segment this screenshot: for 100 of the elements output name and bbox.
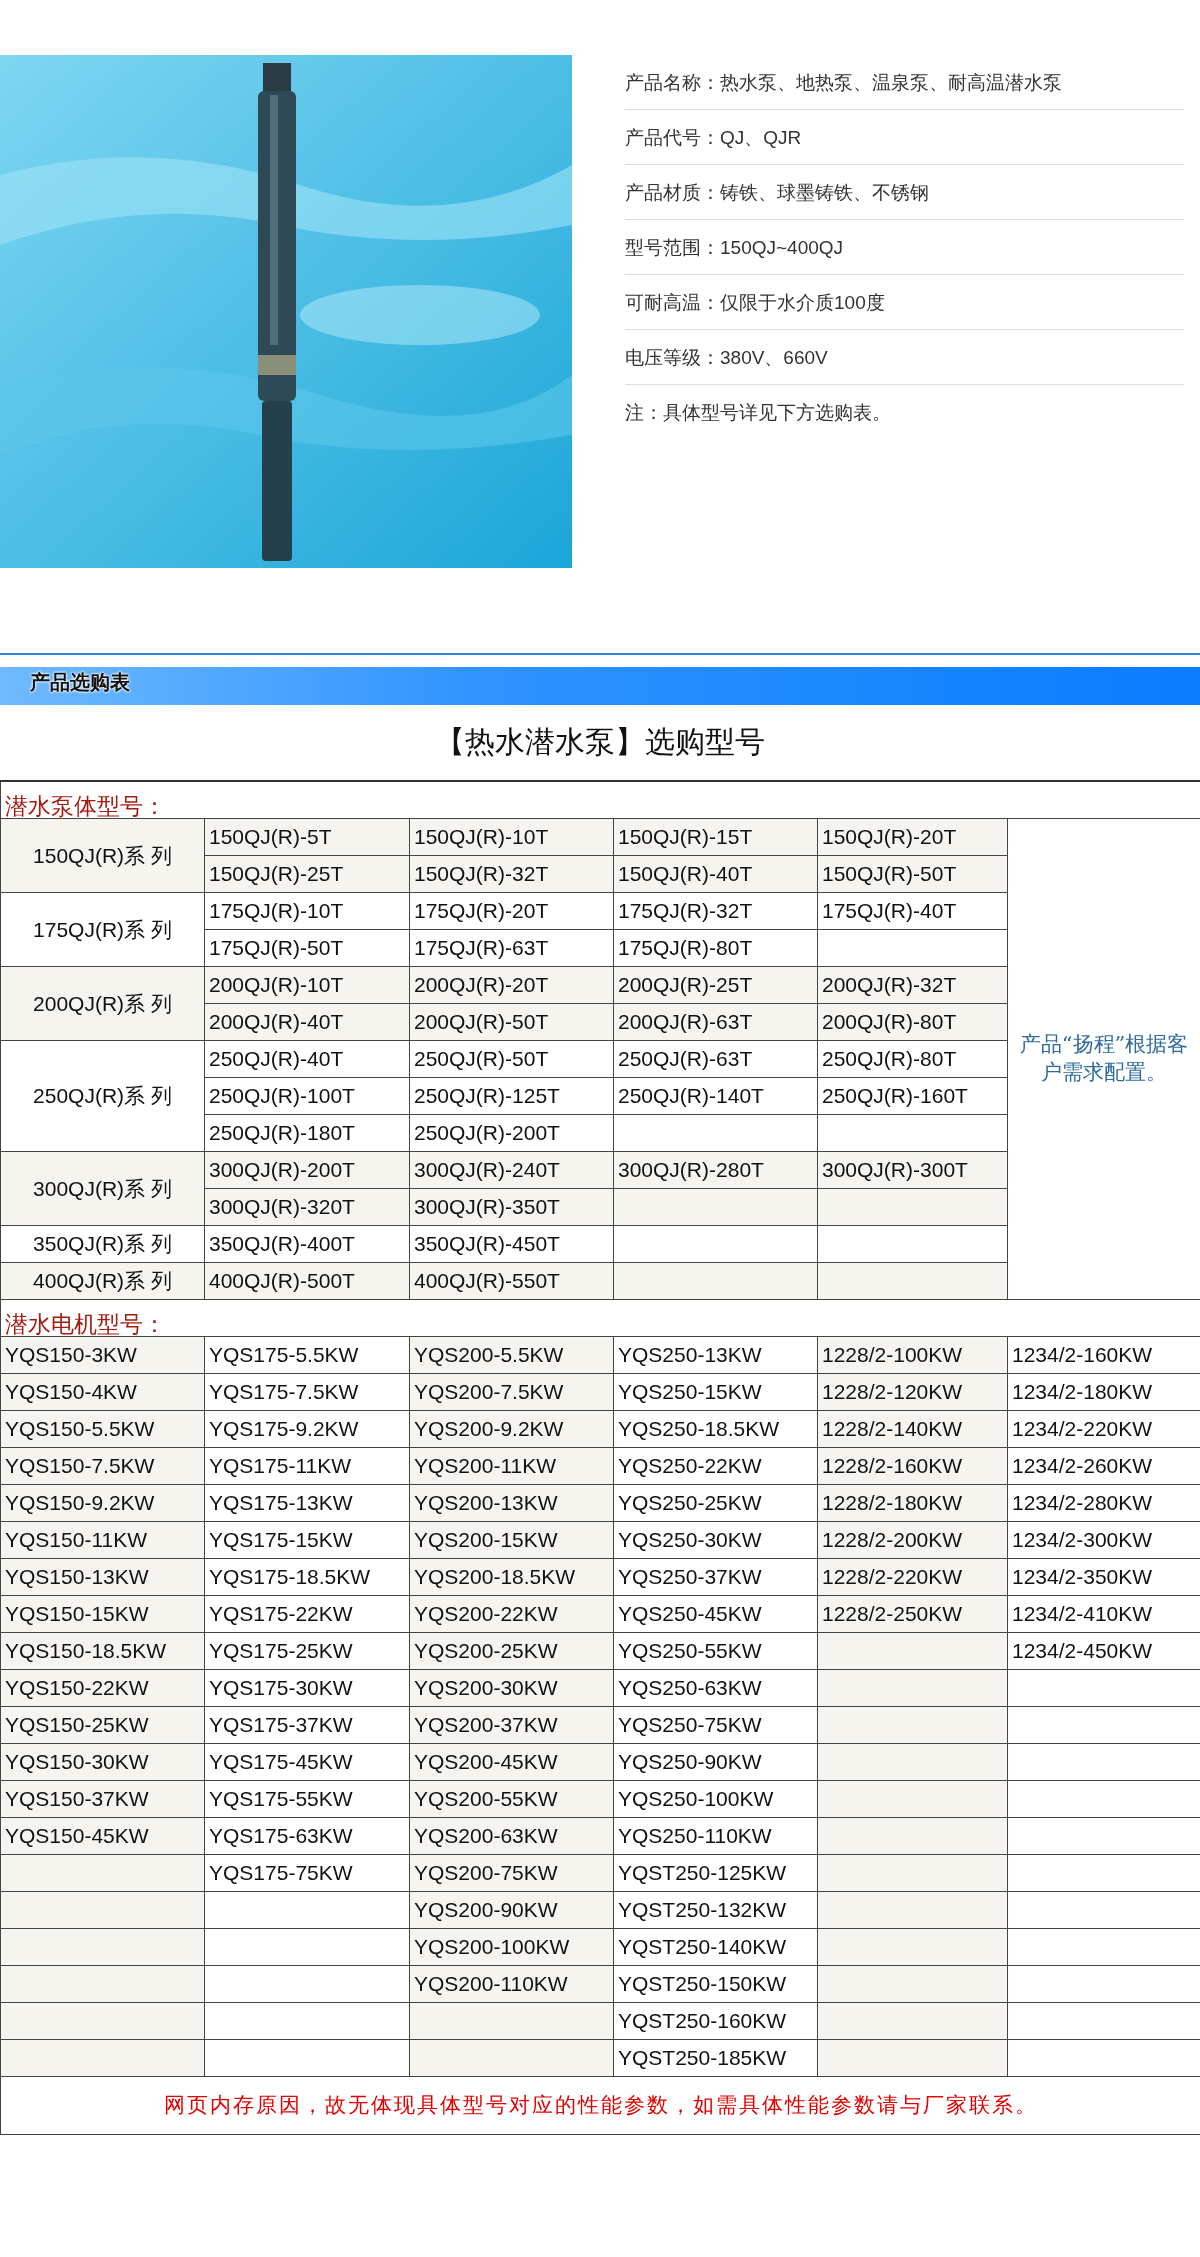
table-cell: YQS200-7.5KW: [409, 1373, 614, 1410]
table-cell: YQS250-100KW: [613, 1780, 818, 1817]
table-cell: YQS250-13KW: [613, 1336, 818, 1373]
info-text: 产品代号：QJ、QJR: [625, 110, 1184, 165]
info-text: 型号范围：150QJ~400QJ: [625, 220, 1184, 275]
table-cell: 150QJ(R)-25T: [204, 855, 410, 892]
table-cell: YQS175-11KW: [204, 1447, 410, 1484]
table-cell: 1228/2-180KW: [817, 1484, 1008, 1521]
table-cell: 250QJ(R)-180T: [204, 1114, 410, 1151]
table-cell: YQS200-22KW: [409, 1595, 614, 1632]
table-cell: 150QJ(R)-15T: [613, 818, 818, 855]
table-cell: YQS250-37KW: [613, 1558, 818, 1595]
section-heading: 潜水泵体型号：: [5, 792, 166, 819]
table-cell: YQS150-22KW: [0, 1669, 205, 1706]
table-cell: YQS200-37KW: [409, 1706, 614, 1743]
table-cell: YQST250-125KW: [613, 1854, 818, 1891]
table-cell: YQS175-63KW: [204, 1817, 410, 1854]
info-text: 产品名称：热水泵、地热泵、温泉泵、耐高温潜水泵: [625, 55, 1184, 110]
table-cell: YQS175-18.5KW: [204, 1558, 410, 1595]
table-cell: 1228/2-100KW: [817, 1336, 1008, 1373]
footer-note: 网页内存原因，故无体现具体型号对应的性能参数，如需具体性能参数请与厂家联系。: [163, 2093, 1038, 2117]
table-cell: 250QJ(R)-40T: [204, 1040, 410, 1077]
table-cell: 1228/2-120KW: [817, 1373, 1008, 1410]
table-cell: YQS200-11KW: [409, 1447, 614, 1484]
table-cell: 250QJ(R)-50T: [409, 1040, 614, 1077]
table-cell: YQS250-75KW: [613, 1706, 818, 1743]
table-cell: 250QJ(R)-63T: [613, 1040, 818, 1077]
table-cell: 150QJ(R)-40T: [613, 855, 818, 892]
table-cell: YQS250-110KW: [613, 1817, 818, 1854]
table-cell: YQS150-18.5KW: [0, 1632, 205, 1669]
table-cell: 200QJ(R)-50T: [409, 1003, 614, 1040]
table-cell: 300QJ(R)-300T: [817, 1151, 1008, 1188]
table-cell: YQS200-45KW: [409, 1743, 614, 1780]
table-cell: YQS175-45KW: [204, 1743, 410, 1780]
table-cell: 350QJ(R)-450T: [409, 1225, 614, 1262]
table-cell: YQS150-15KW: [0, 1595, 205, 1632]
table-cell: YQS200-100KW: [409, 1928, 614, 1965]
table-cell: 400QJ(R)-550T: [409, 1262, 614, 1299]
table-cell: 175QJ(R)-80T: [613, 929, 818, 966]
table-cell: 175QJ(R)系 列: [0, 892, 205, 966]
table-cell: YQS150-7.5KW: [0, 1447, 205, 1484]
table-cell: 400QJ(R)系 列: [0, 1262, 205, 1299]
section-heading: 潜水电机型号：: [5, 1310, 166, 1337]
table-cell: YQS175-5.5KW: [204, 1336, 410, 1373]
info-text: 可耐高温：仅限于水介质100度: [625, 275, 1184, 330]
table-cell: 300QJ(R)系 列: [0, 1151, 205, 1225]
table-cell: 200QJ(R)-80T: [817, 1003, 1008, 1040]
table-cell: 250QJ(R)-125T: [409, 1077, 614, 1114]
table-cell: YQS150-5.5KW: [0, 1410, 205, 1447]
table-cell: YQS250-30KW: [613, 1521, 818, 1558]
table-cell: 300QJ(R)-350T: [409, 1188, 614, 1225]
table-cell: YQS200-75KW: [409, 1854, 614, 1891]
table-cell: YQS175-25KW: [204, 1632, 410, 1669]
table-cell: 200QJ(R)-20T: [409, 966, 614, 1003]
table-cell: YQS250-18.5KW: [613, 1410, 818, 1447]
table-cell: 250QJ(R)系 列: [0, 1040, 205, 1151]
table-cell: 150QJ(R)-50T: [817, 855, 1008, 892]
table-cell: 175QJ(R)-50T: [204, 929, 410, 966]
table-cell: YQS200-25KW: [409, 1632, 614, 1669]
table-cell: 250QJ(R)-100T: [204, 1077, 410, 1114]
table-cell: YQS175-37KW: [204, 1706, 410, 1743]
table-cell: YQST250-132KW: [613, 1891, 818, 1928]
table-cell: YQS250-15KW: [613, 1373, 818, 1410]
table-cell: 150QJ(R)-32T: [409, 855, 614, 892]
table-cell: YQS150-9.2KW: [0, 1484, 205, 1521]
table-cell: YQS200-5.5KW: [409, 1336, 614, 1373]
table-cell: YQS175-75KW: [204, 1854, 410, 1891]
table-cell: 175QJ(R)-63T: [409, 929, 614, 966]
info-text: 电压等级：380V、660V: [625, 330, 1184, 385]
table-cell: YQS175-13KW: [204, 1484, 410, 1521]
table-cell: YQS150-30KW: [0, 1743, 205, 1780]
table-cell: YQS250-90KW: [613, 1743, 818, 1780]
table-cell: 200QJ(R)系 列: [0, 966, 205, 1040]
table-cell: YQS200-90KW: [409, 1891, 614, 1928]
table-cell: YQS175-55KW: [204, 1780, 410, 1817]
table-cell: YQS175-7.5KW: [204, 1373, 410, 1410]
table-cell: YQS200-63KW: [409, 1817, 614, 1854]
table-cell: 150QJ(R)-5T: [204, 818, 410, 855]
table-cell: 200QJ(R)-25T: [613, 966, 818, 1003]
info-text: 产品材质：铸铁、球墨铸铁、不锈钢: [625, 165, 1184, 220]
table-cell: YQS175-22KW: [204, 1595, 410, 1632]
table-cell: YQST250-150KW: [613, 1965, 818, 2002]
table-cell: 175QJ(R)-32T: [613, 892, 818, 929]
table-cell: 200QJ(R)-10T: [204, 966, 410, 1003]
table-cell: YQST250-160KW: [613, 2002, 818, 2039]
table-cell: 400QJ(R)-500T: [204, 1262, 410, 1299]
section-title: 产品选购表: [30, 671, 130, 693]
table-cell: YQS150-45KW: [0, 1817, 205, 1854]
table-cell: 1228/2-250KW: [817, 1595, 1008, 1632]
table-cell: YQS250-55KW: [613, 1632, 818, 1669]
table-cell: YQS150-3KW: [0, 1336, 205, 1373]
table-cell: 150QJ(R)-10T: [409, 818, 614, 855]
table-cell: YQS250-22KW: [613, 1447, 818, 1484]
table-cell: 1228/2-220KW: [817, 1558, 1008, 1595]
table-cell: 1228/2-140KW: [817, 1410, 1008, 1447]
table-cell: 150QJ(R)-20T: [817, 818, 1008, 855]
table-cell: 300QJ(R)-200T: [204, 1151, 410, 1188]
table-cell: 300QJ(R)-240T: [409, 1151, 614, 1188]
table-cell: YQS250-63KW: [613, 1669, 818, 1706]
table-cell: 1228/2-160KW: [817, 1447, 1008, 1484]
